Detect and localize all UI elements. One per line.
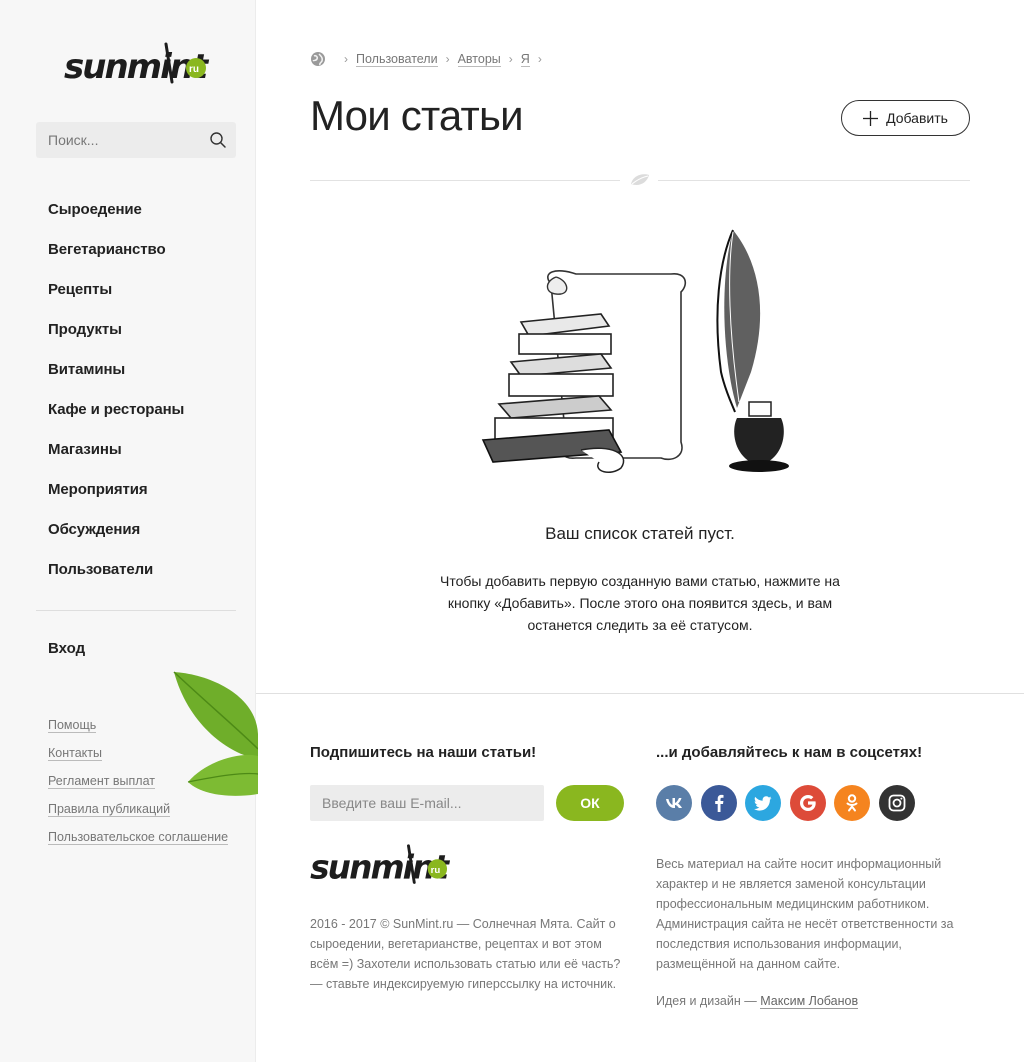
breadcrumb: › Пользователи › Авторы › Я › [310,51,550,67]
nav-item-cafes[interactable]: Кафе и рестораны [48,398,184,438]
chevron-right-icon: › [508,52,513,66]
twitter-icon[interactable] [745,785,781,821]
link-help-label[interactable]: Помощь [48,718,97,733]
odnoklassniki-icon[interactable] [834,785,870,821]
link-user-agreement[interactable]: Пользовательское соглашение [48,830,229,858]
main-nav: Сыроедение Вегетарианство Рецепты Продук… [48,198,184,598]
subscribe-ok-button[interactable]: ОК [556,785,624,821]
email-field[interactable] [310,785,544,821]
facebook-icon[interactable] [700,785,737,821]
nav-item-shops[interactable]: Магазины [48,438,184,478]
social-title: ...и добавляйтесь к нам в соцсетях! [656,744,923,761]
page-title: Мои статьи [310,92,524,139]
nav-item-discussions[interactable]: Обсуждения [48,518,184,558]
globe-icon[interactable] [310,51,326,67]
link-publication-rules[interactable]: Правила публикаций [48,802,228,830]
chevron-right-icon: › [344,52,348,66]
vk-icon[interactable] [656,785,692,821]
nav-item-users[interactable]: Пользователи [48,558,184,598]
sunmint-logo[interactable]: sunmint ru [62,38,212,94]
disclaimer-text: Весь материал на сайте носит информацион… [656,857,954,971]
chevron-right-icon: › [537,52,542,66]
footer-links: Помощь Контакты Регламент выплат Правила… [48,718,229,858]
nav-item-raw-food[interactable]: Сыроедение [48,198,184,238]
link-payout-rules[interactable]: Регламент выплат [48,774,228,802]
nav-item-products[interactable]: Продукты [48,318,184,358]
breadcrumb-authors[interactable]: Авторы [457,52,501,67]
sidebar-divider [36,610,236,611]
copyright-text: 2016 - 2017 © SunMint.ru — Солнечная Мят… [310,917,621,991]
logo-badge: ru [189,64,199,75]
plus-icon [863,110,879,126]
nav-item-events[interactable]: Мероприятия [48,478,184,518]
google-icon[interactable] [789,785,826,821]
empty-state-text: Чтобы добавить первую созданную вами ста… [440,573,840,633]
breadcrumb-users[interactable]: Пользователи [356,52,438,67]
search-box [36,122,236,158]
footer-sunmint-logo[interactable]: sunmint ru [308,840,453,894]
add-article-label: Добавить [886,110,948,126]
chevron-right-icon: › [445,52,450,66]
nav-item-vegetarianism[interactable]: Вегетарианство [48,238,184,278]
credits-author-link[interactable]: Максим Лобанов [760,994,859,1009]
credits: Идея и дизайн — Максим Лобанов [656,994,859,1009]
link-publication-rules-label[interactable]: Правила публикаций [48,802,171,817]
search-input[interactable] [36,122,196,158]
login-link[interactable]: Вход [48,640,85,657]
breadcrumb-me[interactable]: Я [520,52,530,67]
add-article-button[interactable]: Добавить [841,100,970,136]
subscribe-title: Подпишитесь на наши статьи! [310,744,537,761]
title-divider-left [310,180,620,181]
sidebar: sunmint ru Сыроедение Вегетарианство Рец… [0,0,258,1062]
link-user-agreement-label[interactable]: Пользовательское соглашение [48,830,229,845]
empty-state-title: Ваш список статей пуст. [545,524,735,543]
title-divider-right [658,180,970,181]
link-payout-rules-label[interactable]: Регламент выплат [48,774,156,789]
social-links [656,785,923,821]
nav-item-vitamins[interactable]: Витамины [48,358,184,398]
leaf-divider-icon [631,174,649,185]
instagram-icon[interactable] [878,785,915,821]
link-help[interactable]: Помощь [48,718,228,746]
footer-logo-badge: ru [431,865,441,876]
books-quill-illustration [481,229,789,474]
footer-divider [256,693,1024,694]
nav-item-recipes[interactable]: Рецепты [48,278,184,318]
link-contacts-label[interactable]: Контакты [48,746,102,761]
link-contacts[interactable]: Контакты [48,746,228,774]
credits-prefix: Идея и дизайн — [656,994,757,1008]
search-icon[interactable] [209,131,227,149]
